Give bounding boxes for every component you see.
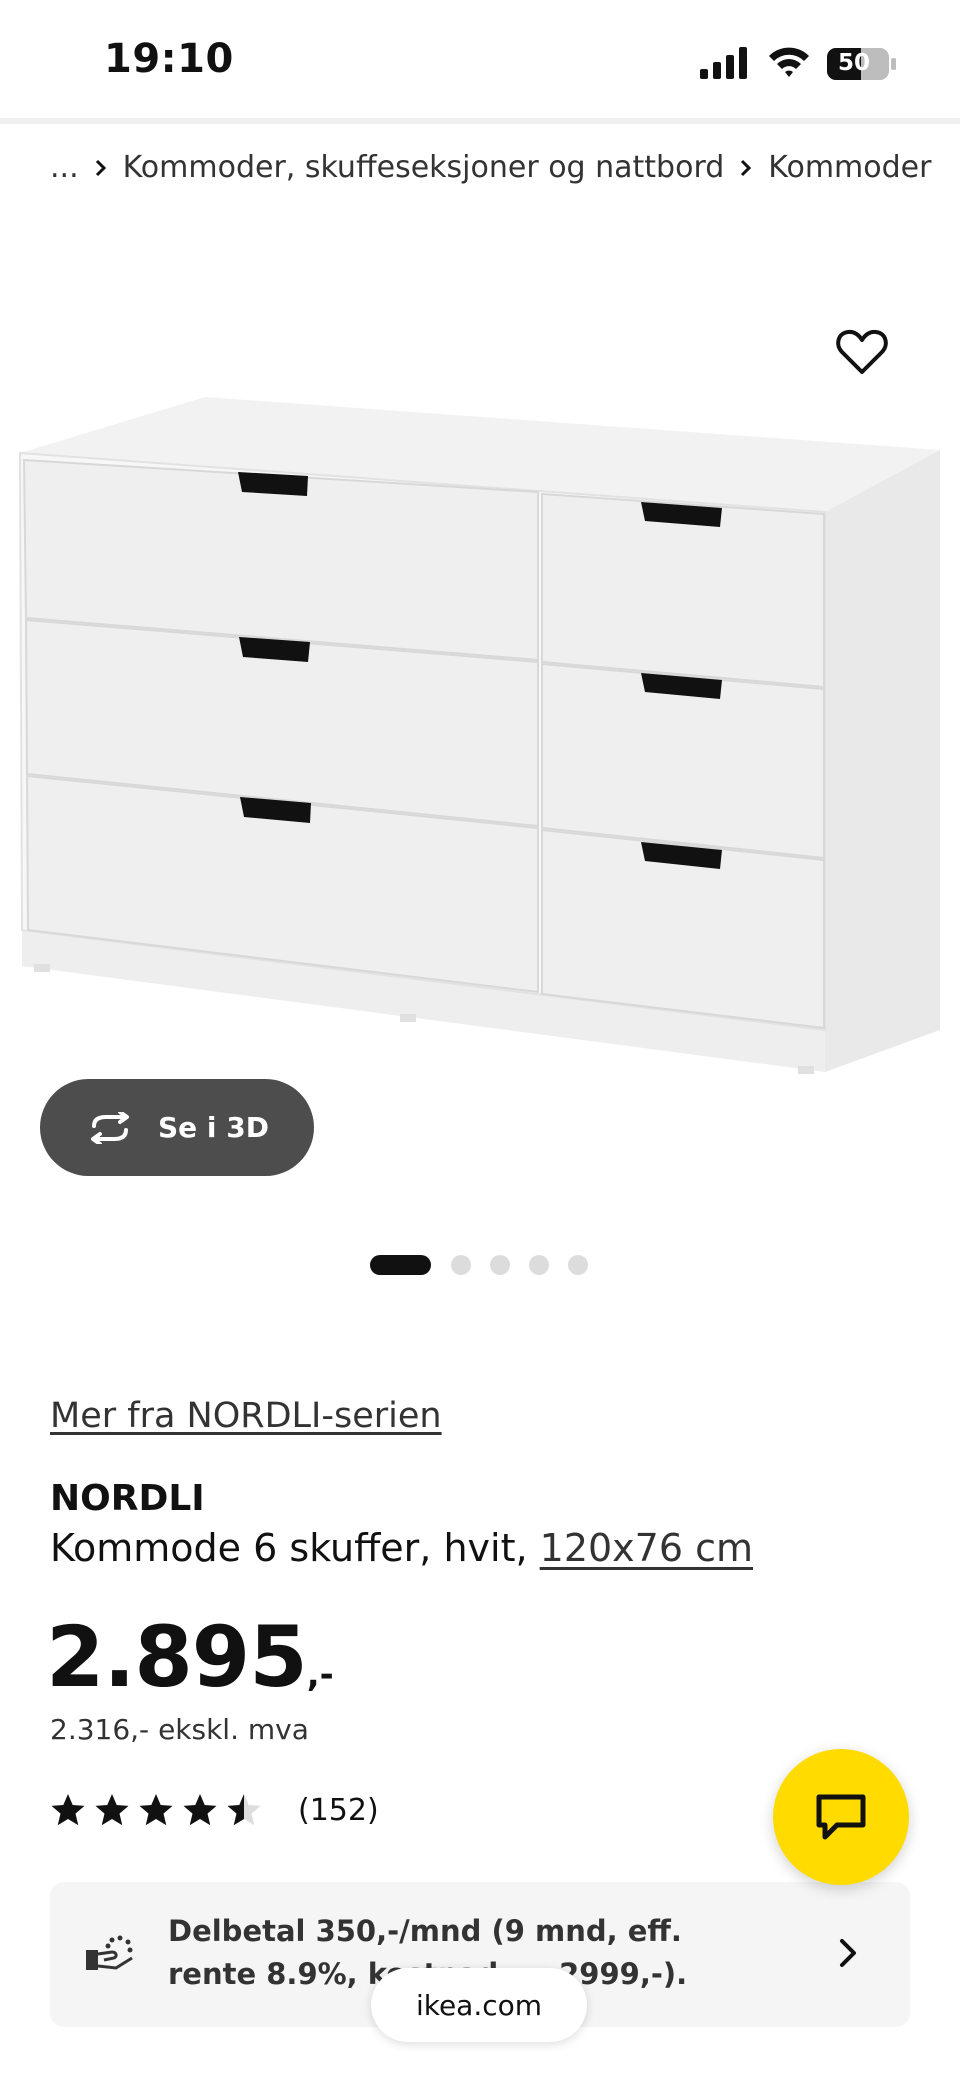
financing-icon: [86, 1935, 133, 1970]
carousel-dot[interactable]: [451, 1255, 471, 1275]
signal-icon: [700, 47, 747, 79]
product-description-text: Kommode 6 skuffer, hvit,: [50, 1526, 540, 1570]
image-carousel-indicator: [370, 1255, 607, 1275]
chevron-right-icon: [740, 150, 752, 185]
breadcrumb-ellipsis[interactable]: ...: [50, 150, 79, 185]
star-icon: [95, 1794, 129, 1826]
chat-icon: [816, 1794, 866, 1840]
breadcrumb-item-dressers[interactable]: Kommoder, skuffeseksjoner og nattbord: [123, 150, 725, 185]
product-image[interactable]: [0, 300, 960, 1100]
rating[interactable]: (152): [50, 1792, 379, 1828]
browser-url-bar[interactable]: ikea.com: [371, 1968, 587, 2042]
carousel-dot[interactable]: [529, 1255, 549, 1275]
price: 2.895,-: [46, 1608, 334, 1706]
chat-button[interactable]: [773, 1749, 909, 1885]
star-icon: [139, 1794, 173, 1826]
price-main: 2.895: [46, 1608, 308, 1706]
chevron-right-icon: [840, 1939, 856, 1967]
star-icon: [183, 1794, 217, 1826]
price-suffix: ,-: [306, 1655, 334, 1695]
view-3d-label: Se i 3D: [158, 1111, 269, 1144]
rotate-3d-icon: [84, 1111, 136, 1144]
chevron-right-icon: [95, 150, 107, 185]
product-name: NORDLI: [50, 1478, 205, 1519]
product-description: Kommode 6 skuffer, hvit, 120x76 cm: [50, 1526, 753, 1570]
product-size-link[interactable]: 120x76 cm: [540, 1526, 753, 1570]
star-icon: [51, 1794, 85, 1826]
wifi-icon: [769, 47, 809, 77]
favorite-button[interactable]: [834, 324, 890, 380]
star-half-icon: [227, 1794, 261, 1826]
breadcrumb: ... Kommoder, skuffeseksjoner og nattbor…: [50, 150, 931, 185]
status-time: 19:10: [104, 36, 234, 82]
header-divider: [0, 118, 960, 124]
battery-level: 50: [837, 50, 870, 76]
carousel-dot[interactable]: [568, 1255, 588, 1275]
review-count[interactable]: (152): [298, 1793, 379, 1828]
price-ex-vat: 2.316,- ekskl. mva: [50, 1713, 309, 1746]
heart-icon: [836, 329, 888, 374]
carousel-dot-active[interactable]: [370, 1255, 431, 1275]
series-link[interactable]: Mer fra NORDLI-serien: [50, 1396, 442, 1436]
view-3d-button[interactable]: Se i 3D: [40, 1079, 314, 1176]
carousel-dot[interactable]: [490, 1255, 510, 1275]
breadcrumb-item-kommoder[interactable]: Kommoder: [768, 150, 931, 185]
